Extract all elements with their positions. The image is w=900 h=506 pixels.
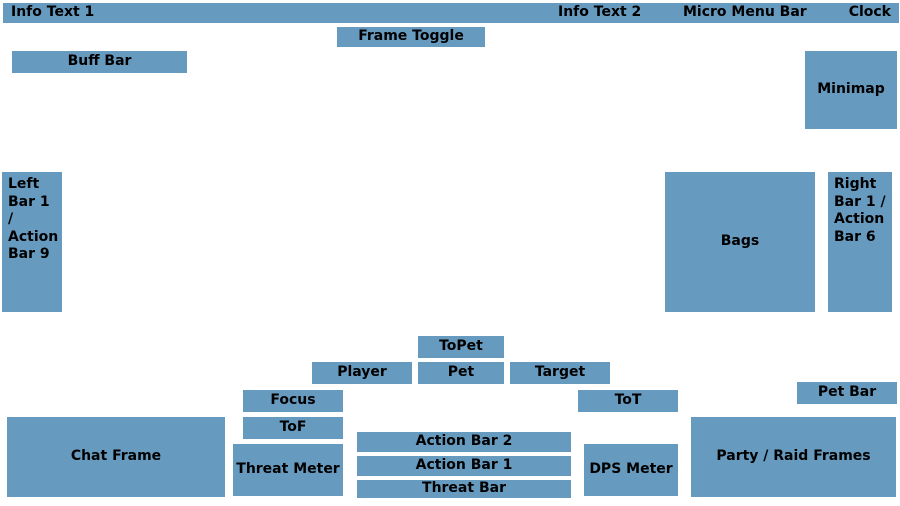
dps-meter: DPS Meter xyxy=(584,444,678,496)
threat-meter: Threat Meter xyxy=(233,444,343,496)
focus-frame[interactable]: Focus xyxy=(243,390,343,412)
target-of-target[interactable]: ToT xyxy=(578,390,678,412)
threat-bar: Threat Bar xyxy=(357,480,571,498)
action-bar-1[interactable]: Action Bar 1 xyxy=(357,456,571,476)
pet-bar[interactable]: Pet Bar xyxy=(797,382,897,404)
buff-bar: Buff Bar xyxy=(12,51,187,73)
frame-toggle[interactable]: Frame Toggle xyxy=(337,27,485,47)
clock: Clock xyxy=(849,4,891,22)
minimap[interactable]: Minimap xyxy=(805,51,897,129)
micro-menu-bar[interactable]: Micro Menu Bar xyxy=(683,4,807,22)
player-frame[interactable]: Player xyxy=(312,362,412,384)
pet-frame[interactable]: Pet xyxy=(418,362,504,384)
left-bar[interactable]: Left Bar 1 / Action Bar 9 xyxy=(2,172,62,312)
top-bar: Info Text 1 Info Text 2 Micro Menu Bar C… xyxy=(3,3,899,23)
target-of-focus[interactable]: ToF xyxy=(243,417,343,439)
bags[interactable]: Bags xyxy=(665,172,815,312)
chat-frame[interactable]: Chat Frame xyxy=(7,417,225,497)
party-raid-frames[interactable]: Party / Raid Frames xyxy=(691,417,896,497)
info-text-1: Info Text 1 xyxy=(11,4,94,22)
target-frame[interactable]: Target xyxy=(510,362,610,384)
info-text-2: Info Text 2 xyxy=(558,4,641,22)
action-bar-2[interactable]: Action Bar 2 xyxy=(357,432,571,452)
target-of-pet[interactable]: ToPet xyxy=(418,336,504,358)
right-bar[interactable]: Right Bar 1 / Action Bar 6 xyxy=(828,172,892,312)
